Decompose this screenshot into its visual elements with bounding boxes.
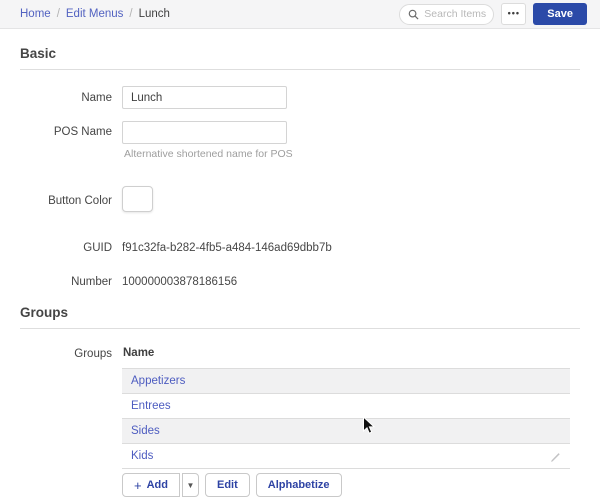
guid-label: GUID bbox=[83, 242, 112, 254]
group-row-sides[interactable]: Sides bbox=[122, 419, 570, 444]
group-row-appetizers[interactable]: Appetizers bbox=[122, 369, 570, 394]
topbar-actions: ••• Save bbox=[399, 3, 587, 25]
search-input[interactable] bbox=[424, 8, 491, 20]
name-field-row: Name bbox=[20, 86, 580, 109]
button-color-label: Button Color bbox=[48, 194, 112, 207]
groups-actions: + Add ▼ Edit Alphabetize bbox=[122, 473, 570, 497]
guid-value: f91c32fa-b282-4fb5-a484-146ad69dbb7b bbox=[122, 242, 332, 254]
add-group-button[interactable]: + Add bbox=[122, 473, 180, 497]
breadcrumb-separator: / bbox=[129, 8, 133, 20]
plus-icon: + bbox=[134, 477, 142, 493]
group-row-entrees[interactable]: Entrees bbox=[122, 394, 570, 419]
save-button[interactable]: Save bbox=[533, 3, 587, 25]
search-icon bbox=[408, 9, 419, 20]
number-label: Number bbox=[71, 276, 112, 288]
more-options-button[interactable]: ••• bbox=[501, 3, 527, 25]
top-bar: Home / Edit Menus / Lunch ••• Save bbox=[0, 0, 600, 29]
breadcrumb-separator: / bbox=[56, 8, 60, 20]
breadcrumb-edit-menus-link[interactable]: Edit Menus bbox=[66, 8, 124, 20]
pos-name-input[interactable] bbox=[122, 121, 287, 144]
group-link[interactable]: Entrees bbox=[131, 400, 171, 412]
search-box[interactable] bbox=[399, 3, 495, 25]
name-input[interactable] bbox=[122, 86, 287, 109]
pos-name-field-row: POS Name Alternative shortened name for … bbox=[20, 121, 580, 160]
breadcrumb-current-page: Lunch bbox=[138, 8, 170, 20]
button-color-field-row: Button Color bbox=[20, 186, 580, 215]
pos-name-label: POS Name bbox=[53, 126, 112, 138]
edit-button[interactable]: Edit bbox=[204, 473, 250, 497]
main-content: Basic Name POS Name Alternative shortene… bbox=[0, 29, 600, 497]
basic-section-title: Basic bbox=[20, 29, 580, 70]
group-link[interactable]: Sides bbox=[131, 425, 160, 437]
breadcrumb: Home / Edit Menus / Lunch bbox=[20, 8, 170, 20]
groups-label: Groups bbox=[74, 348, 112, 360]
groups-table-header-name: Name bbox=[122, 347, 570, 369]
add-button-label: Add bbox=[146, 479, 168, 491]
add-dropdown-button[interactable]: ▼ bbox=[181, 473, 199, 497]
number-row: Number 100000003878186156 bbox=[20, 276, 580, 288]
groups-table: Name Appetizers Entrees Sides Kids + Add… bbox=[122, 347, 570, 497]
group-link[interactable]: Appetizers bbox=[131, 375, 185, 387]
number-value: 100000003878186156 bbox=[122, 276, 238, 288]
breadcrumb-home-link[interactable]: Home bbox=[20, 8, 51, 20]
group-link[interactable]: Kids bbox=[131, 450, 153, 462]
groups-row: Groups Name Appetizers Entrees Sides Kid… bbox=[20, 347, 580, 497]
name-label: Name bbox=[81, 91, 112, 104]
chevron-down-icon: ▼ bbox=[186, 480, 195, 490]
alphabetize-button[interactable]: Alphabetize bbox=[255, 473, 342, 497]
groups-section-title: Groups bbox=[20, 288, 580, 329]
pos-name-helper-text: Alternative shortened name for POS bbox=[124, 148, 293, 160]
button-color-swatch[interactable] bbox=[122, 186, 153, 212]
edit-pencil-icon[interactable] bbox=[549, 450, 562, 463]
guid-row: GUID f91c32fa-b282-4fb5-a484-146ad69dbb7… bbox=[20, 242, 580, 254]
group-row-kids[interactable]: Kids bbox=[122, 444, 570, 469]
